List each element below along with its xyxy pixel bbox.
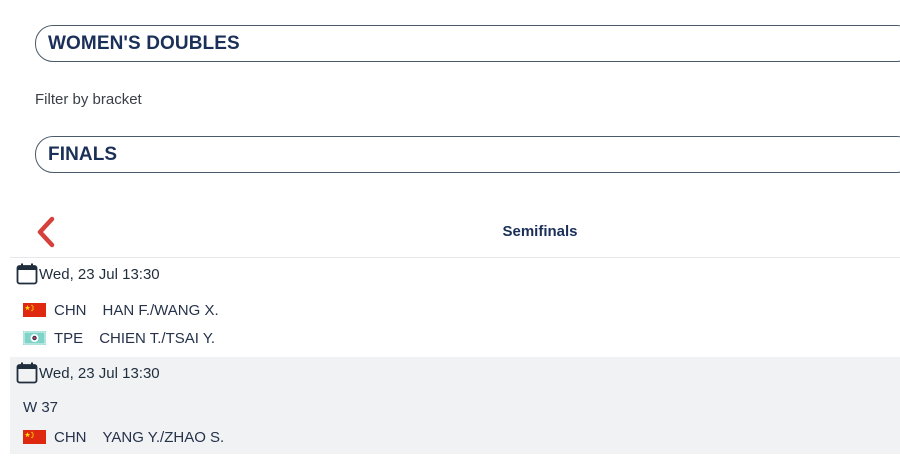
calendar-icon <box>16 263 38 285</box>
bracket-select[interactable]: FINALS <box>35 136 900 173</box>
match-date: Wed, 23 Jul 13:30 <box>16 263 160 285</box>
team-players: YANG Y./ZHAO S. <box>102 428 225 446</box>
team-players: CHIEN T./TSAI Y. <box>99 329 216 347</box>
match-card[interactable]: Wed, 23 Jul 13:30 W 37 CHN YANG Y./ZHAO … <box>10 357 900 454</box>
event-select[interactable]: WOMEN'S DOUBLES <box>35 25 900 62</box>
team-row: CHN HAN F./WANG X. <box>23 300 219 320</box>
team-noc: CHN <box>54 301 87 319</box>
round-title: Semifinals <box>502 223 578 240</box>
calendar-icon <box>16 362 38 384</box>
match-card[interactable]: Wed, 23 Jul 13:30 CHN HAN F./WANG X. TPE… <box>10 258 900 357</box>
match-date: Wed, 23 Jul 13:30 <box>16 362 160 384</box>
team-players: HAN F./WANG X. <box>102 301 219 319</box>
match-datetime: Wed, 23 Jul 13:30 <box>39 265 160 283</box>
team-row: TPE CHIEN T./TSAI Y. <box>23 328 215 348</box>
china-flag-icon <box>23 430 46 444</box>
round-nav: Semifinals <box>0 205 900 257</box>
team-placeholder: W 37 <box>23 399 59 416</box>
team-noc: TPE <box>54 329 84 347</box>
bracket-select-label: FINALS <box>48 143 118 165</box>
china-flag-icon <box>23 303 46 317</box>
chinese-taipei-flag-icon <box>23 331 46 345</box>
team-row: CHN YANG Y./ZHAO S. <box>23 427 224 447</box>
page: WOMEN'S DOUBLES Filter by bracket FINALS… <box>0 0 900 465</box>
event-select-label: WOMEN'S DOUBLES <box>48 32 240 54</box>
team-noc: CHN <box>54 428 87 446</box>
filter-label: Filter by bracket <box>35 91 142 108</box>
match-datetime: Wed, 23 Jul 13:30 <box>39 364 160 382</box>
